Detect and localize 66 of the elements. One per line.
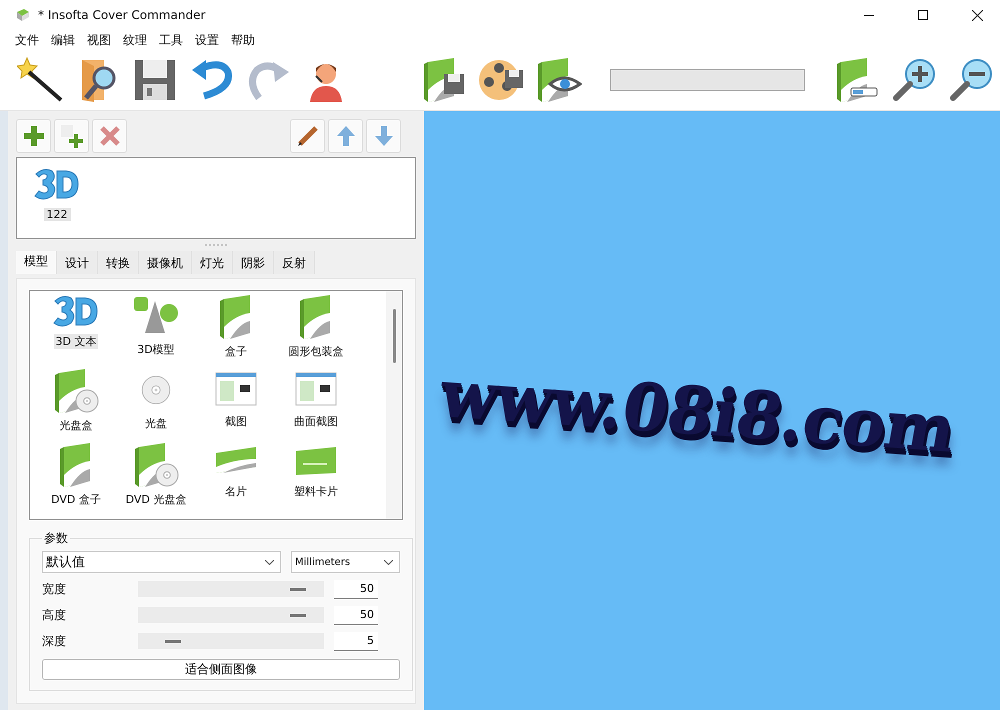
magic-wand-icon [16,56,64,104]
chevron-down-icon [384,560,393,564]
three-d-text: www.08i8.com [434,354,961,468]
menu-item[interactable]: 帮助 [226,32,260,48]
slider-track[interactable] [138,633,324,649]
dimension-label: 宽度 [42,580,67,598]
input-field[interactable] [610,69,805,91]
slider-thumb[interactable] [290,614,306,617]
plus-icon [60,124,84,148]
model-item[interactable]: DVD 盒子 [49,492,103,507]
menu-item[interactable]: 编辑 [46,32,80,48]
window-title: * Insofta Cover Commander [38,8,206,22]
number-field[interactable]: 5 [334,632,378,650]
dimension-label: 深度 [42,632,67,650]
model-item[interactable]: 3D模型 [135,342,177,357]
tab[interactable]: 阴影 [233,251,274,274]
tab[interactable]: 转换 [98,251,139,274]
scrollbar[interactable] [386,291,402,519]
tab[interactable]: 设计 [57,251,98,274]
model-item[interactable]: 圆形包装盒 [286,344,346,359]
preset-dropdown[interactable]: 默认值 [42,551,281,573]
close-icon [972,10,982,20]
add-button[interactable] [16,119,51,153]
splitter-grip[interactable] [205,244,227,246]
menu-item[interactable]: 文件 [10,32,44,48]
add-copy-button[interactable] [54,119,89,153]
model-item[interactable]: 名片 [223,484,249,499]
menu-item[interactable]: 设置 [190,32,224,48]
model-item[interactable]: 截图 [223,414,249,429]
menu-item[interactable]: 纹理 [118,32,152,48]
slider-track[interactable] [138,607,324,623]
model-item[interactable]: DVD 光盘盒 [124,492,188,507]
chevron-down-icon [265,560,274,564]
tab[interactable]: 摄像机 [139,251,192,274]
model-item[interactable]: 3D 文本 [54,334,98,349]
unit-dropdown[interactable]: Millimeters [291,551,400,573]
maximize-icon [918,10,928,20]
number-field[interactable]: 50 [334,606,378,624]
edit-button[interactable] [290,119,325,153]
move-up-button[interactable] [328,119,363,153]
dimension-label: 高度 [42,606,67,624]
model-item[interactable]: 光盘 [143,416,169,431]
cross-icon [98,125,120,147]
slider-thumb[interactable] [165,640,182,643]
model-item[interactable]: 盒子 [223,344,249,359]
number-field[interactable]: 50 [334,580,378,598]
model-item[interactable]: 塑料卡片 [292,484,340,499]
delete-button[interactable] [92,119,127,153]
slider-track[interactable] [138,581,324,597]
model-item[interactable]: 曲面截图 [292,414,340,429]
menu-item[interactable]: 工具 [154,32,188,48]
object-item[interactable]: 122 [44,208,70,221]
pencil-icon [296,124,320,148]
app-icon [16,8,30,22]
tab[interactable]: 反射 [274,251,315,274]
menu-item[interactable]: 视图 [82,32,116,48]
model-item[interactable]: 光盘盒 [58,418,94,433]
move-down-button[interactable] [366,119,401,153]
arrow-down-icon [372,124,394,148]
tab[interactable]: 灯光 [192,251,233,274]
arrow-up-icon [334,124,356,148]
tab[interactable]: 模型 [16,251,57,274]
fit-side-image-button[interactable]: 适合侧面图像 [42,659,400,680]
group-title: 参数 [43,530,69,547]
plus-icon [22,124,46,148]
slider-thumb[interactable] [290,588,306,591]
